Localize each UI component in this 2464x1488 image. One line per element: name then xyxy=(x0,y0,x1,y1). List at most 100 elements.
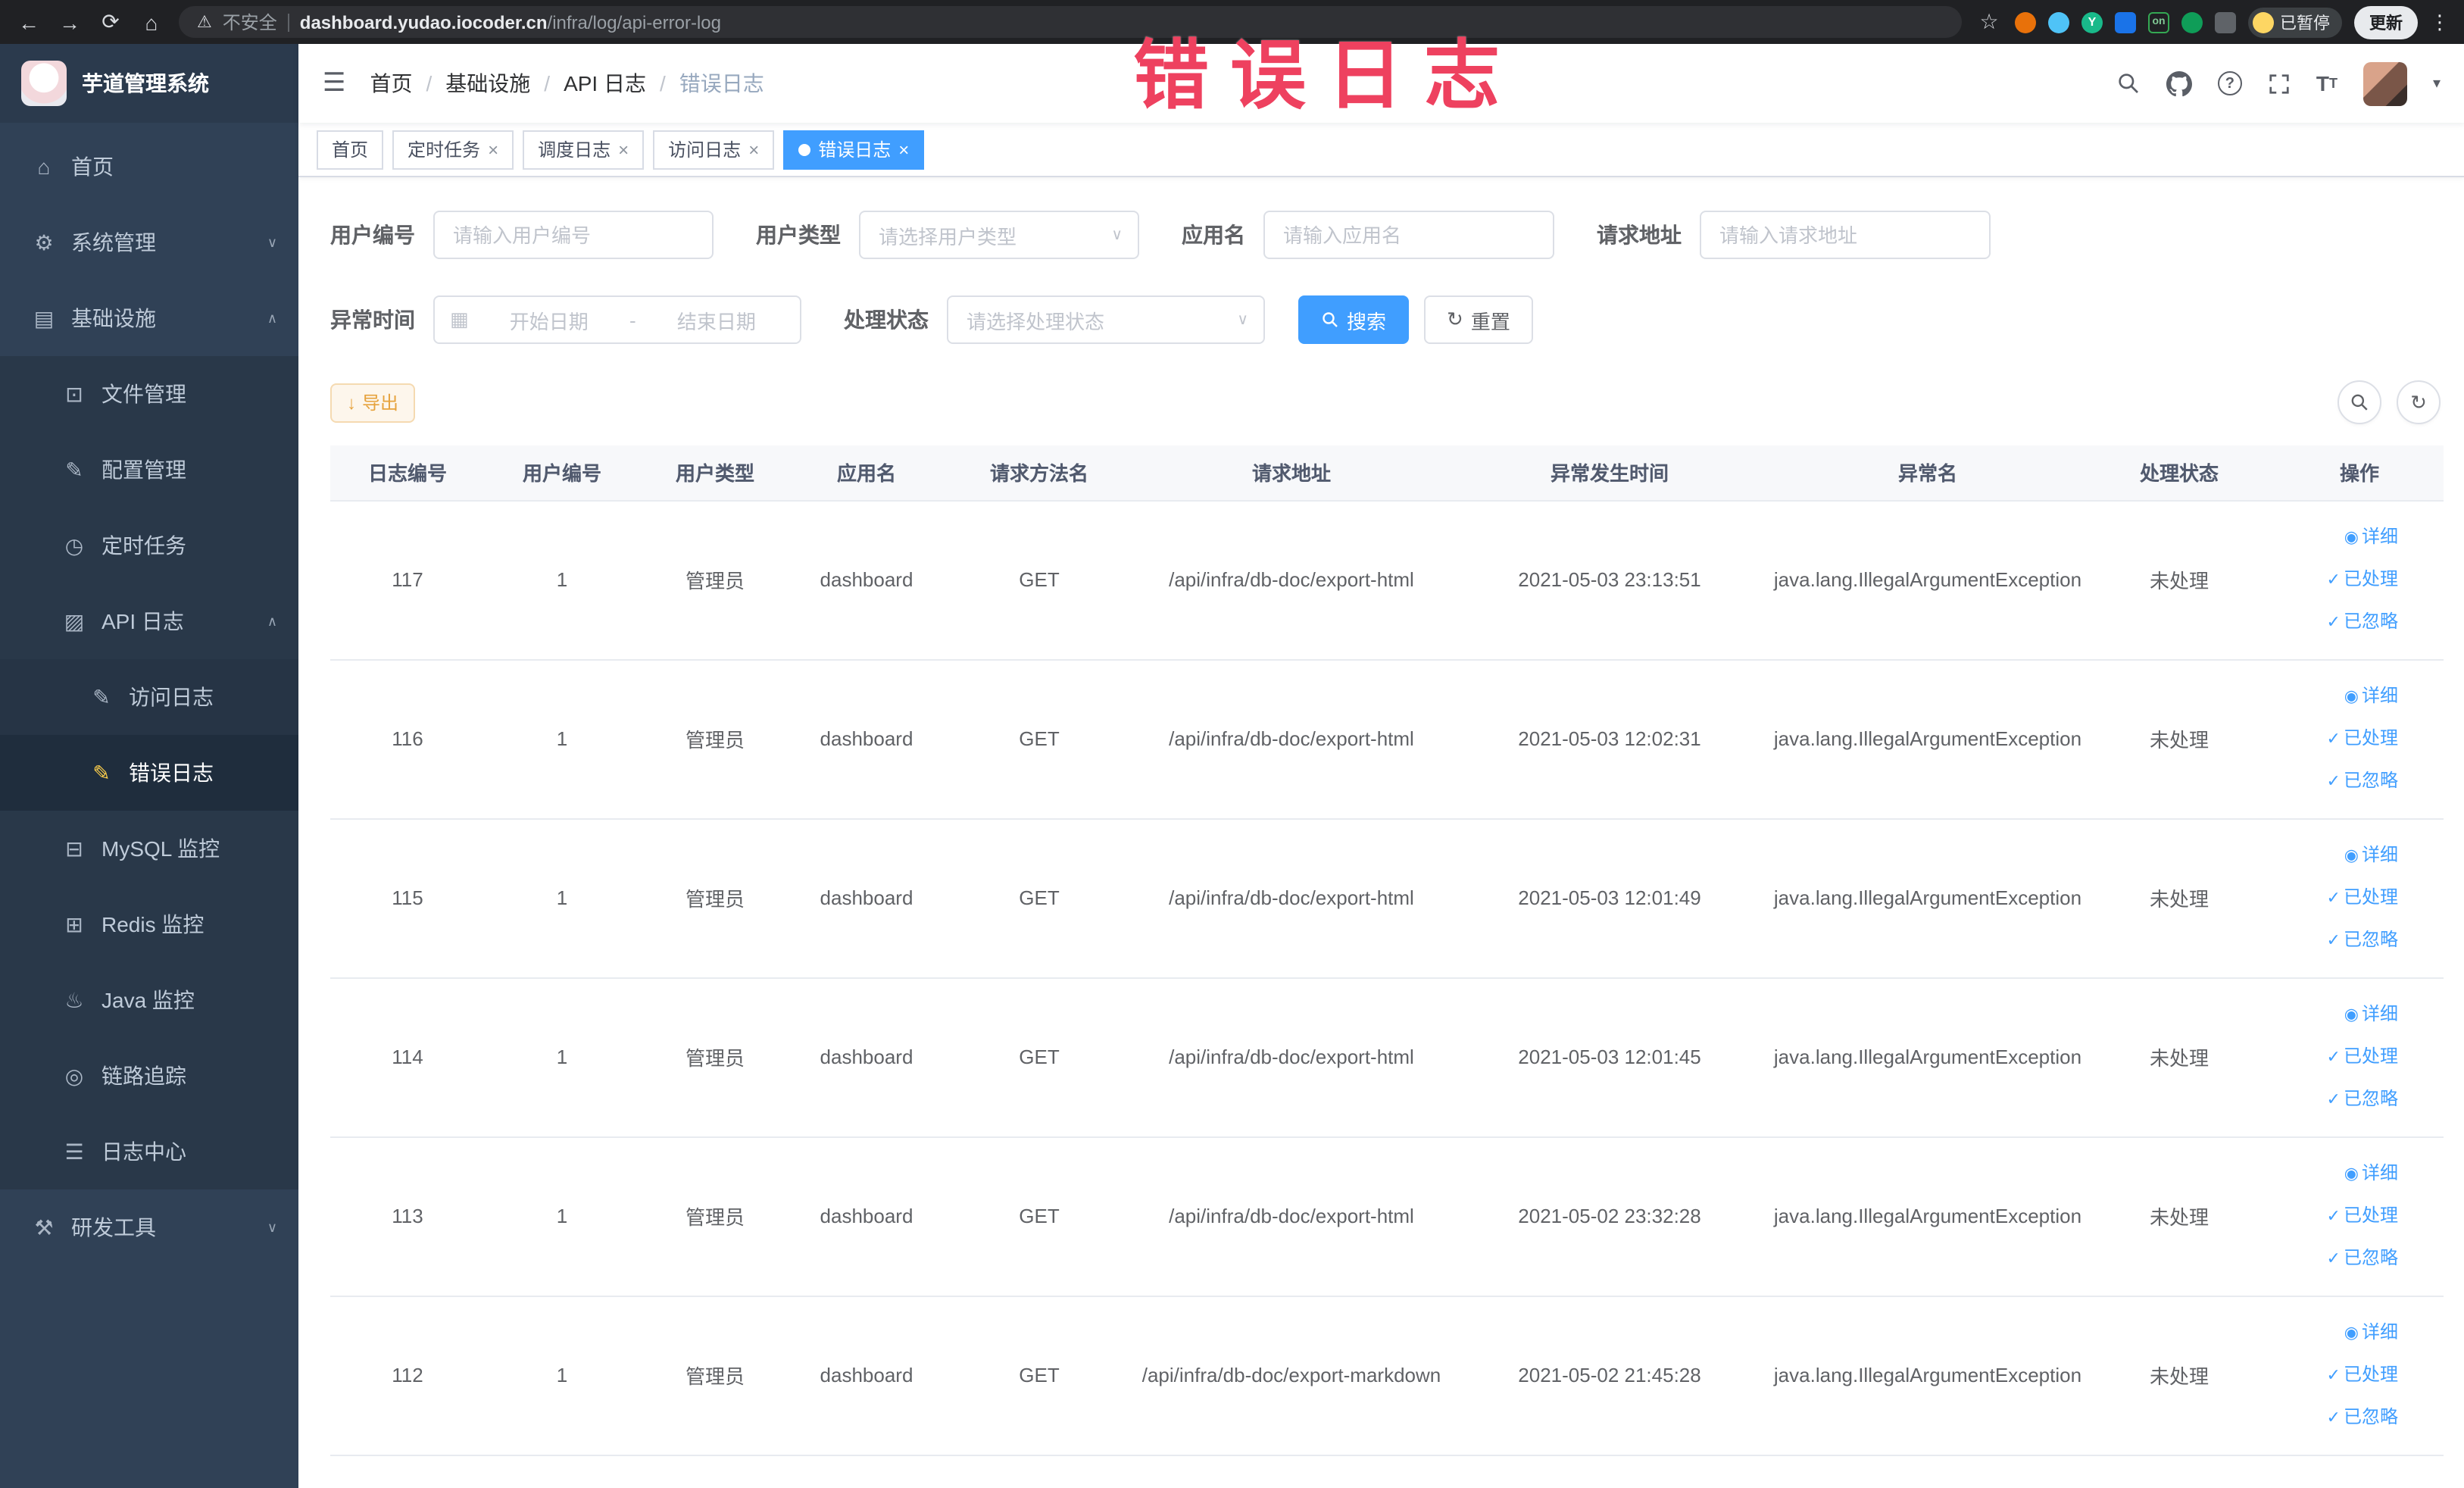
extension-icon[interactable] xyxy=(2181,11,2203,33)
detail-link[interactable]: ◉ 详细 xyxy=(2275,1311,2398,1354)
sidebar-item-trace[interactable]: ◎ 链路追踪 xyxy=(0,1038,298,1114)
mark-processed-link[interactable]: ✓ 已处理 xyxy=(2275,1354,2398,1396)
mark-processed-link[interactable]: ✓ 已处理 xyxy=(2275,558,2398,601)
sidebar-toggle-icon[interactable]: ☰ xyxy=(323,68,346,98)
mark-processed-link[interactable]: ✓ 已处理 xyxy=(2275,1036,2398,1078)
request-url-input[interactable] xyxy=(1700,211,1991,259)
app-name-label: 应用名 xyxy=(1182,223,1245,247)
mark-processed-link[interactable]: ✓ 已处理 xyxy=(2275,717,2398,760)
extension-icon[interactable] xyxy=(2015,11,2036,33)
extension-icon[interactable] xyxy=(2215,11,2236,33)
exception-time-range-picker[interactable]: ▦ 开始日期 - 结束日期 xyxy=(433,295,801,344)
sidebar-item-redis-monitor[interactable]: ⊞ Redis 监控 xyxy=(0,886,298,962)
toggle-search-button[interactable] xyxy=(2338,380,2381,424)
sidebar-item-home[interactable]: ⌂ 首页 xyxy=(0,129,298,205)
user-type-select[interactable]: 请选择用户类型 ∨ xyxy=(859,211,1139,259)
mark-processed-link[interactable]: ✓ 已处理 xyxy=(2275,877,2398,919)
check-icon: ✓ xyxy=(2326,1048,2341,1066)
browser-update-button[interactable]: 更新 xyxy=(2354,5,2418,39)
font-size-icon[interactable]: TT xyxy=(2316,71,2338,95)
mark-ignored-link[interactable]: ✓ 已忽略 xyxy=(2275,919,2398,961)
cell-method: GET xyxy=(942,977,1136,1137)
sidebar-item-mysql-monitor[interactable]: ⊟ MySQL 监控 xyxy=(0,811,298,886)
mark-ignored-link[interactable]: ✓ 已忽略 xyxy=(2275,1396,2398,1439)
detail-link[interactable]: ◉ 详细 xyxy=(2275,516,2398,558)
extension-icon[interactable]: Y xyxy=(2081,11,2103,33)
breadcrumb-item[interactable]: API 日志 xyxy=(564,68,646,98)
detail-link[interactable]: ◉ 详细 xyxy=(2275,834,2398,877)
back-icon[interactable]: ← xyxy=(15,10,42,34)
tab-error-log[interactable]: 错误日志 × xyxy=(783,130,925,169)
breadcrumb-item[interactable]: 首页 xyxy=(370,68,413,98)
refresh-table-button[interactable]: ↻ xyxy=(2397,380,2441,424)
end-date-placeholder[interactable]: 结束日期 xyxy=(648,305,785,334)
user-id-input[interactable] xyxy=(433,211,714,259)
forward-icon[interactable]: → xyxy=(56,10,83,34)
tab-access-log[interactable]: 访问日志 × xyxy=(653,130,775,169)
home-icon[interactable]: ⌂ xyxy=(138,10,165,34)
mark-ignored-link[interactable]: ✓ 已忽略 xyxy=(2275,1237,2398,1280)
app-name-input[interactable] xyxy=(1263,211,1554,259)
cell-user-id: 1 xyxy=(485,1136,639,1296)
mark-processed-link[interactable]: ✓ 已处理 xyxy=(2275,1195,2398,1237)
sidebar-item-config-management[interactable]: ✎ 配置管理 xyxy=(0,432,298,508)
eye-icon: ◉ xyxy=(2344,1324,2359,1342)
profile-avatar-icon xyxy=(2253,11,2274,33)
sidebar-item-java-monitor[interactable]: ♨ Java 监控 xyxy=(0,962,298,1038)
profile-paused-chip[interactable]: 已暂停 xyxy=(2248,7,2342,37)
sidebar-item-infrastructure[interactable]: ▤ 基础设施 ∧ xyxy=(0,280,298,356)
tags-view-bar: 首页 定时任务 × 调度日志 × 访问日志 × 错误日志 × xyxy=(298,123,2464,177)
reload-icon[interactable]: ⟳ xyxy=(97,9,124,35)
sidebar-item-access-log[interactable]: ✎ 访问日志 xyxy=(0,659,298,735)
security-label[interactable]: 不安全 xyxy=(223,9,277,35)
sidebar-item-dev-tools[interactable]: ⚒ 研发工具 ∨ xyxy=(0,1189,298,1265)
tab-schedule-log[interactable]: 调度日志 × xyxy=(523,130,645,169)
github-icon[interactable] xyxy=(2166,70,2192,96)
export-button[interactable]: ↓ 导出 xyxy=(330,383,416,422)
extension-icon[interactable] xyxy=(2048,11,2069,33)
mark-ignored-link[interactable]: ✓ 已忽略 xyxy=(2275,601,2398,643)
detail-link[interactable]: ◉ 详细 xyxy=(2275,993,2398,1036)
mark-ignored-link[interactable]: ✓ 已忽略 xyxy=(2275,1078,2398,1121)
cell-actions: ◉ 详细 ✓ 已处理 ✓ 已忽略 xyxy=(2275,1296,2444,1455)
address-bar[interactable]: ⚠ 不安全 dashboard.yudao.iocoder.cn/infra/l… xyxy=(179,6,1962,38)
sidebar-item-log-center[interactable]: ☰ 日志中心 xyxy=(0,1114,298,1189)
extension-icon[interactable] xyxy=(2115,11,2136,33)
browser-actions: ☆ Y on 已暂停 更新 ⋮ xyxy=(1975,5,2450,39)
detail-link[interactable]: ◉ 详细 xyxy=(2275,675,2398,717)
start-date-placeholder[interactable]: 开始日期 xyxy=(481,305,617,334)
app-logo[interactable]: 芋道管理系统 xyxy=(0,44,298,123)
close-icon[interactable]: × xyxy=(748,139,759,160)
close-icon[interactable]: × xyxy=(618,139,629,160)
extension-on-icon[interactable]: on xyxy=(2148,11,2169,33)
col-app-name: 应用名 xyxy=(791,445,942,501)
tab-home[interactable]: 首页 xyxy=(317,130,384,169)
breadcrumb-separator: / xyxy=(660,71,666,95)
detail-link[interactable]: ◉ 详细 xyxy=(2275,1152,2398,1195)
breadcrumb-item[interactable]: 基础设施 xyxy=(445,68,530,98)
sidebar-item-file-management[interactable]: ⊡ 文件管理 xyxy=(0,356,298,432)
close-icon[interactable]: × xyxy=(488,139,498,160)
bookmark-star-icon[interactable]: ☆ xyxy=(1975,9,2003,35)
search-icon[interactable] xyxy=(2116,71,2141,95)
sidebar-item-scheduled-jobs[interactable]: ◷ 定时任务 xyxy=(0,508,298,583)
sidebar-item-error-log[interactable]: ✎ 错误日志 xyxy=(0,735,298,811)
process-status-select[interactable]: 请选择处理状态 ∨ xyxy=(947,295,1265,344)
close-icon[interactable]: × xyxy=(898,139,909,160)
url-host: dashboard.yudao.iocoder.cn xyxy=(299,11,548,33)
mark-ignored-link[interactable]: ✓ 已忽略 xyxy=(2275,760,2398,802)
cell-exception-name: java.lang.IllegalArgumentException xyxy=(1772,659,2083,819)
caret-down-icon[interactable]: ▾ xyxy=(2433,75,2441,92)
sidebar-item-system-management[interactable]: ⚙ 系统管理 ∨ xyxy=(0,205,298,280)
fullscreen-icon[interactable] xyxy=(2268,72,2291,95)
help-icon[interactable]: ? xyxy=(2217,71,2242,95)
sidebar-item-api-log[interactable]: ▨ API 日志 ∧ xyxy=(0,583,298,659)
tab-scheduled-jobs[interactable]: 定时任务 × xyxy=(392,130,514,169)
page-content: 用户编号 用户类型 请选择用户类型 ∨ 应用名 请求地址 xyxy=(298,177,2464,1488)
search-button[interactable]: 搜索 xyxy=(1298,295,1410,344)
browser-menu-icon[interactable]: ⋮ xyxy=(2430,10,2450,34)
user-avatar[interactable] xyxy=(2363,61,2407,105)
cell-user-type: 管理员 xyxy=(639,977,791,1137)
reset-button[interactable]: ↻ 重置 xyxy=(1424,295,1533,344)
tab-label: 调度日志 xyxy=(538,139,611,161)
